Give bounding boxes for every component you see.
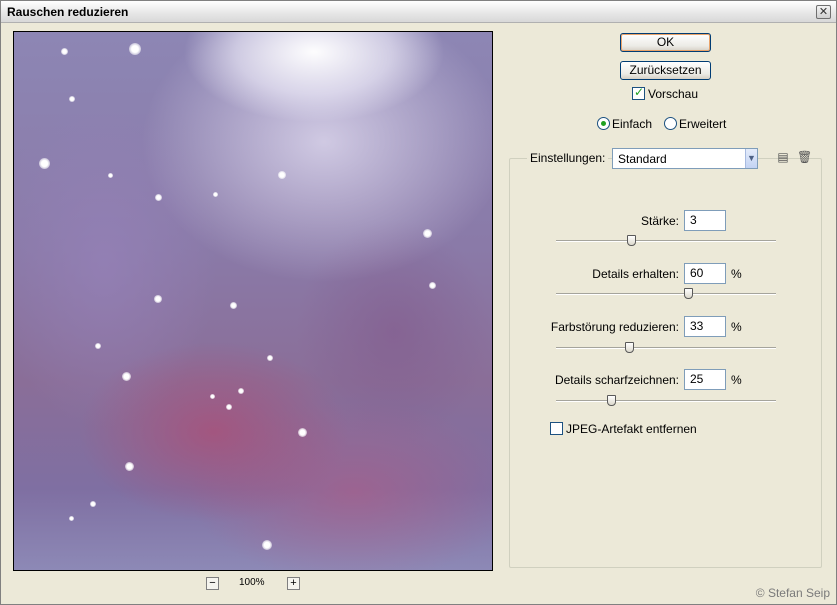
close-icon[interactable]: ✕ — [816, 5, 831, 19]
star — [108, 173, 113, 178]
star — [69, 516, 74, 521]
star — [39, 158, 50, 169]
preview-checkbox[interactable]: ✓ — [632, 85, 645, 100]
farbstoerung-unit: % — [731, 320, 742, 334]
details-erhalten-slider-track[interactable] — [556, 293, 776, 295]
star — [278, 171, 286, 179]
radio-einfach[interactable] — [597, 117, 610, 130]
details-scharf-label: Details scharfzeichnen: — [554, 373, 679, 387]
checkmark-icon: ✓ — [634, 85, 645, 99]
settings-dropdown-value: Standard — [618, 152, 667, 166]
radio-einfach-label: Einfach — [612, 117, 653, 131]
star — [155, 194, 162, 201]
settings-dropdown[interactable]: Standard ▼ — [612, 148, 758, 169]
staerke-slider-track[interactable] — [556, 240, 776, 242]
farbstoerung-label: Farbstörung reduzieren: — [550, 320, 679, 334]
star — [210, 394, 215, 399]
staerke-input[interactable]: 3 — [684, 210, 726, 231]
jpeg-artifact-label: JPEG-Artefakt entfernen — [566, 422, 697, 436]
details-scharf-unit: % — [731, 373, 742, 387]
save-preset-icon[interactable]: ▤ — [776, 150, 790, 164]
copyright-text: © Stefan Seip — [755, 586, 830, 600]
radio-erweitert-label: Erweitert — [679, 117, 727, 131]
star — [429, 282, 436, 289]
star — [154, 295, 162, 303]
preview-label: Vorschau — [648, 87, 699, 101]
farbstoerung-slider-track[interactable] — [556, 347, 776, 349]
star — [423, 229, 432, 238]
star — [90, 501, 96, 507]
star — [61, 48, 68, 55]
farbstoerung-input[interactable]: 33 — [684, 316, 726, 337]
details-erhalten-label: Details erhalten: — [592, 267, 679, 281]
star — [95, 343, 101, 349]
trash-icon[interactable]: 🗑 — [797, 150, 812, 164]
title-bar: Rauschen reduzieren ✕ — [1, 1, 836, 23]
details-scharf-input[interactable]: 25 — [684, 369, 726, 390]
star — [230, 302, 237, 309]
preview-image[interactable] — [13, 31, 493, 571]
zoom-out-button[interactable]: − — [206, 577, 219, 590]
star — [238, 388, 244, 394]
star — [226, 404, 232, 410]
star — [298, 428, 307, 437]
star — [129, 43, 141, 55]
ok-button[interactable]: OK — [620, 33, 711, 52]
zoom-in-button[interactable]: + — [287, 577, 300, 590]
zoom-controls: − 100% + — [206, 577, 306, 591]
settings-label: Einstellungen: — [527, 151, 609, 165]
details-erhalten-slider-thumb[interactable] — [684, 288, 693, 299]
star — [69, 96, 75, 102]
jpeg-artifact-checkbox[interactable] — [550, 422, 563, 435]
star — [125, 462, 134, 471]
star — [267, 355, 273, 361]
details-scharf-slider-track[interactable] — [556, 400, 776, 402]
details-scharf-slider-thumb[interactable] — [607, 395, 616, 406]
details-erhalten-input[interactable]: 60 — [684, 263, 726, 284]
chevron-down-icon[interactable]: ▼ — [745, 149, 757, 168]
radio-erweitert[interactable] — [664, 117, 677, 130]
details-erhalten-unit: % — [731, 267, 742, 281]
reset-button[interactable]: Zurücksetzen — [620, 61, 711, 80]
star — [213, 192, 218, 197]
star — [262, 540, 272, 550]
staerke-slider-thumb[interactable] — [626, 235, 636, 246]
window-title: Rauschen reduzieren — [7, 5, 129, 19]
staerke-label: Stärke: — [640, 214, 679, 228]
zoom-level: 100% — [239, 577, 265, 588]
farbstoerung-slider-thumb[interactable] — [624, 342, 634, 353]
star — [122, 372, 131, 381]
